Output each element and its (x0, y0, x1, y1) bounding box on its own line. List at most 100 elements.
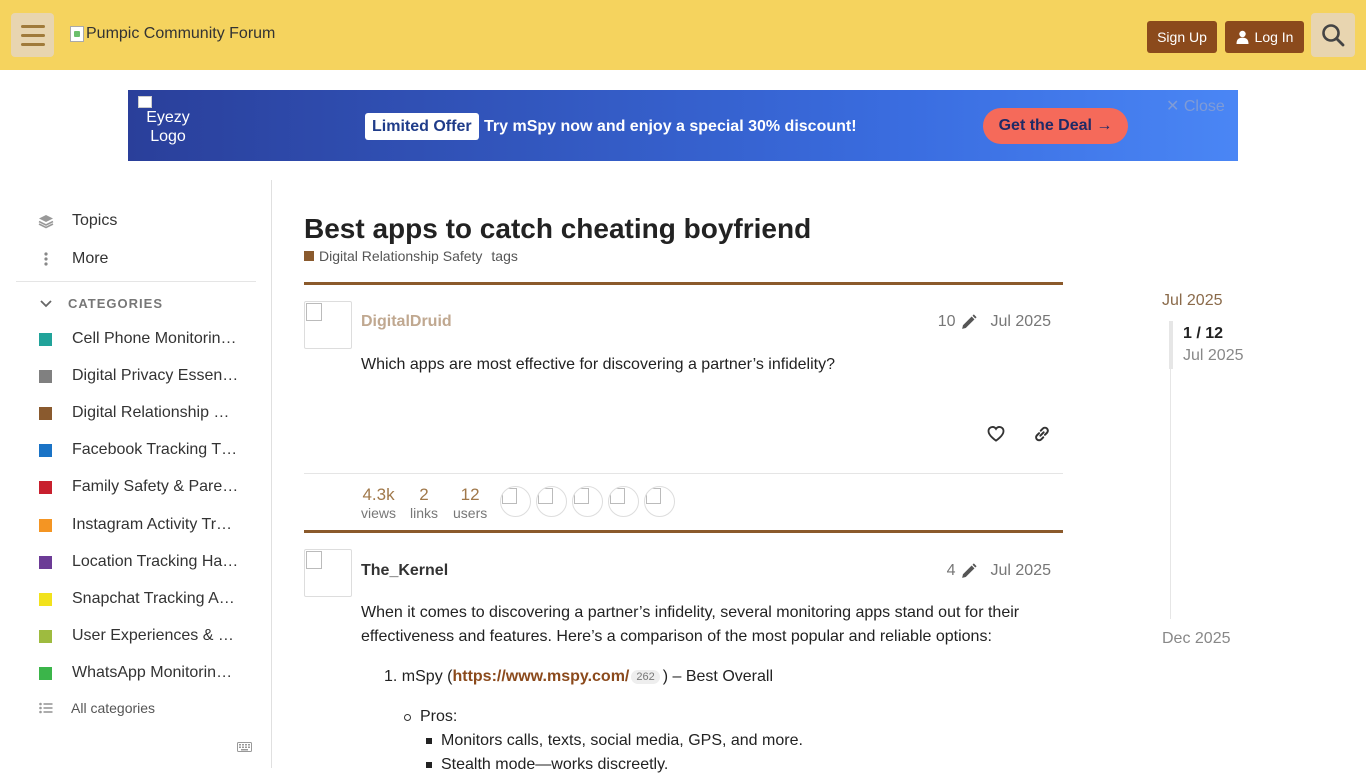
sidebar-category-item[interactable]: User Experiences & … (39, 627, 234, 645)
sidebar-category-item[interactable]: WhatsApp Monitorin… (39, 664, 232, 682)
users-count: 12 (460, 485, 480, 504)
hamburger-menu-button[interactable] (11, 13, 54, 57)
timeline-current-date: Jul 2025 (1183, 347, 1244, 364)
post-date[interactable]: Jul 2025 (991, 313, 1052, 331)
sidebar-category-item[interactable]: Digital Relationship … (39, 404, 229, 422)
sidebar-category-item[interactable]: Snapchat Tracking A… (39, 590, 235, 608)
topic-map-users[interactable]: 12 users (453, 485, 487, 521)
site-logo-alt-text: Pumpic Community Forum (86, 25, 276, 42)
chevron-down-icon (40, 299, 52, 307)
sign-up-button[interactable]: Sign Up (1147, 21, 1217, 53)
post-date[interactable]: Jul 2025 (991, 562, 1052, 580)
site-logo[interactable]: Pumpic Community Forum (70, 25, 275, 43)
edit-count: 4 (946, 562, 956, 579)
post-meta: 4 Jul 2025 (947, 562, 1051, 580)
avatar[interactable] (304, 301, 352, 349)
participant-avatar[interactable] (536, 486, 567, 517)
users-label: users (453, 505, 488, 521)
edit-history-button[interactable]: 4 (947, 562, 977, 580)
post-actions (986, 424, 1052, 444)
post-body-line: When it comes to discovering a partner’s… (361, 604, 1020, 621)
avatar[interactable] (304, 549, 352, 597)
search-icon (1322, 24, 1345, 47)
category-color-swatch (39, 592, 52, 606)
pros-label: Pros: (420, 708, 458, 725)
links-count: 2 (419, 485, 429, 504)
sidebar-category-item[interactable]: Instagram Activity Tr… (39, 516, 232, 534)
pro-text: Stealth mode—works discreetly. (441, 756, 669, 773)
category-label: Snapchat Tracking A… (72, 590, 235, 607)
participant-avatar[interactable] (608, 486, 639, 517)
banner-logo: Eyezy Logo (138, 96, 198, 146)
keyboard-shortcuts-button[interactable] (237, 740, 252, 755)
list-item: Monitors calls, texts, social media, GPS… (426, 732, 803, 750)
banner-close-button[interactable]: ✕ Close (1166, 96, 1225, 116)
sidebar-item-label: More (72, 250, 109, 267)
log-in-label: Log In (1254, 29, 1294, 45)
site-header: Pumpic Community Forum Sign Up Log In (0, 0, 1366, 70)
post-body-line: effectiveness and features. Here’s a com… (361, 628, 992, 645)
category-label: Digital Relationship … (72, 404, 230, 421)
link-click-count-badge: 262 (631, 670, 660, 684)
sidebar-item-label: Topics (72, 212, 118, 229)
keyboard-icon (237, 742, 252, 752)
pro-text: Monitors calls, texts, social media, GPS… (441, 732, 803, 749)
list-item-suffix: ) – Best Overall (662, 668, 773, 685)
topic-tags-label[interactable]: tags (491, 248, 517, 264)
category-color-swatch (39, 629, 52, 643)
vertical-ellipsis-icon (38, 251, 54, 267)
list-item: Pros: (404, 708, 457, 726)
participant-avatar[interactable] (644, 486, 675, 517)
category-label: Digital Privacy Essen… (72, 367, 239, 384)
category-label: WhatsApp Monitorin… (72, 664, 233, 681)
edit-history-button[interactable]: 10 (938, 313, 977, 331)
post-username[interactable]: The_Kernel (361, 562, 448, 580)
topic-category-badge[interactable]: Digital Relationship Safety tags (304, 248, 518, 264)
timeline-position: 1 / 12 (1183, 325, 1224, 342)
participant-avatar[interactable] (500, 486, 531, 517)
timeline-end-date[interactable]: Dec 2025 (1162, 630, 1231, 648)
get-the-deal-button[interactable]: Get the Deal → (983, 108, 1128, 144)
all-categories-link[interactable]: All categories (39, 700, 155, 716)
post-divider (304, 530, 1063, 533)
topic-map-links[interactable]: 2 links (410, 485, 438, 521)
sidebar-category-item[interactable]: Location Tracking Ha… (39, 553, 238, 571)
post-body: When it comes to discovering a partner’s… (361, 601, 1019, 649)
participant-avatar[interactable] (572, 486, 603, 517)
search-button[interactable] (1311, 13, 1355, 57)
like-heart-icon[interactable] (986, 424, 1006, 444)
timeline-track[interactable] (1170, 369, 1171, 619)
category-color-swatch (39, 332, 52, 346)
sidebar-item-topics[interactable]: Topics (38, 212, 117, 230)
share-link-icon[interactable] (1032, 424, 1052, 444)
category-color-swatch (39, 369, 52, 383)
timeline-scroller-handle[interactable] (1169, 321, 1173, 369)
sidebar-category-item[interactable]: Digital Privacy Essen… (39, 367, 238, 385)
sidebar-category-item[interactable]: Family Safety & Pare… (39, 478, 238, 496)
topic-map-divider (304, 473, 1063, 474)
category-color-swatch (39, 443, 52, 457)
categories-section-toggle[interactable]: CATEGORIES (40, 296, 163, 311)
category-label: Facebook Tracking T… (72, 441, 238, 458)
user-icon (1236, 30, 1249, 44)
sidebar-category-item[interactable]: Facebook Tracking T… (39, 441, 237, 459)
topic-map-views: 4.3k views (361, 485, 396, 521)
log-in-button[interactable]: Log In (1225, 21, 1304, 53)
post-meta: 10 Jul 2025 (938, 313, 1051, 331)
category-label: Instagram Activity Tr… (72, 516, 233, 533)
pencil-icon (961, 562, 977, 578)
sidebar: Topics More CATEGORIES Cell Phone Monito… (0, 180, 272, 768)
post-username[interactable]: DigitalDruid (361, 313, 452, 331)
sidebar-item-more[interactable]: More (38, 250, 108, 268)
links-label: links (410, 505, 439, 521)
close-icon: ✕ (1166, 98, 1180, 115)
mspy-link[interactable]: https://www.mspy.com/ (452, 668, 629, 686)
category-color-swatch (39, 480, 52, 494)
category-color-swatch (39, 518, 52, 532)
category-label: Family Safety & Pare… (72, 478, 239, 495)
timeline-start-date[interactable]: Jul 2025 (1162, 292, 1223, 310)
sidebar-category-item[interactable]: Cell Phone Monitorin… (39, 330, 237, 348)
topic-title[interactable]: Best apps to catch cheating boyfriend (304, 213, 811, 245)
views-count: 4.3k (362, 485, 395, 504)
category-color-swatch (39, 406, 52, 420)
